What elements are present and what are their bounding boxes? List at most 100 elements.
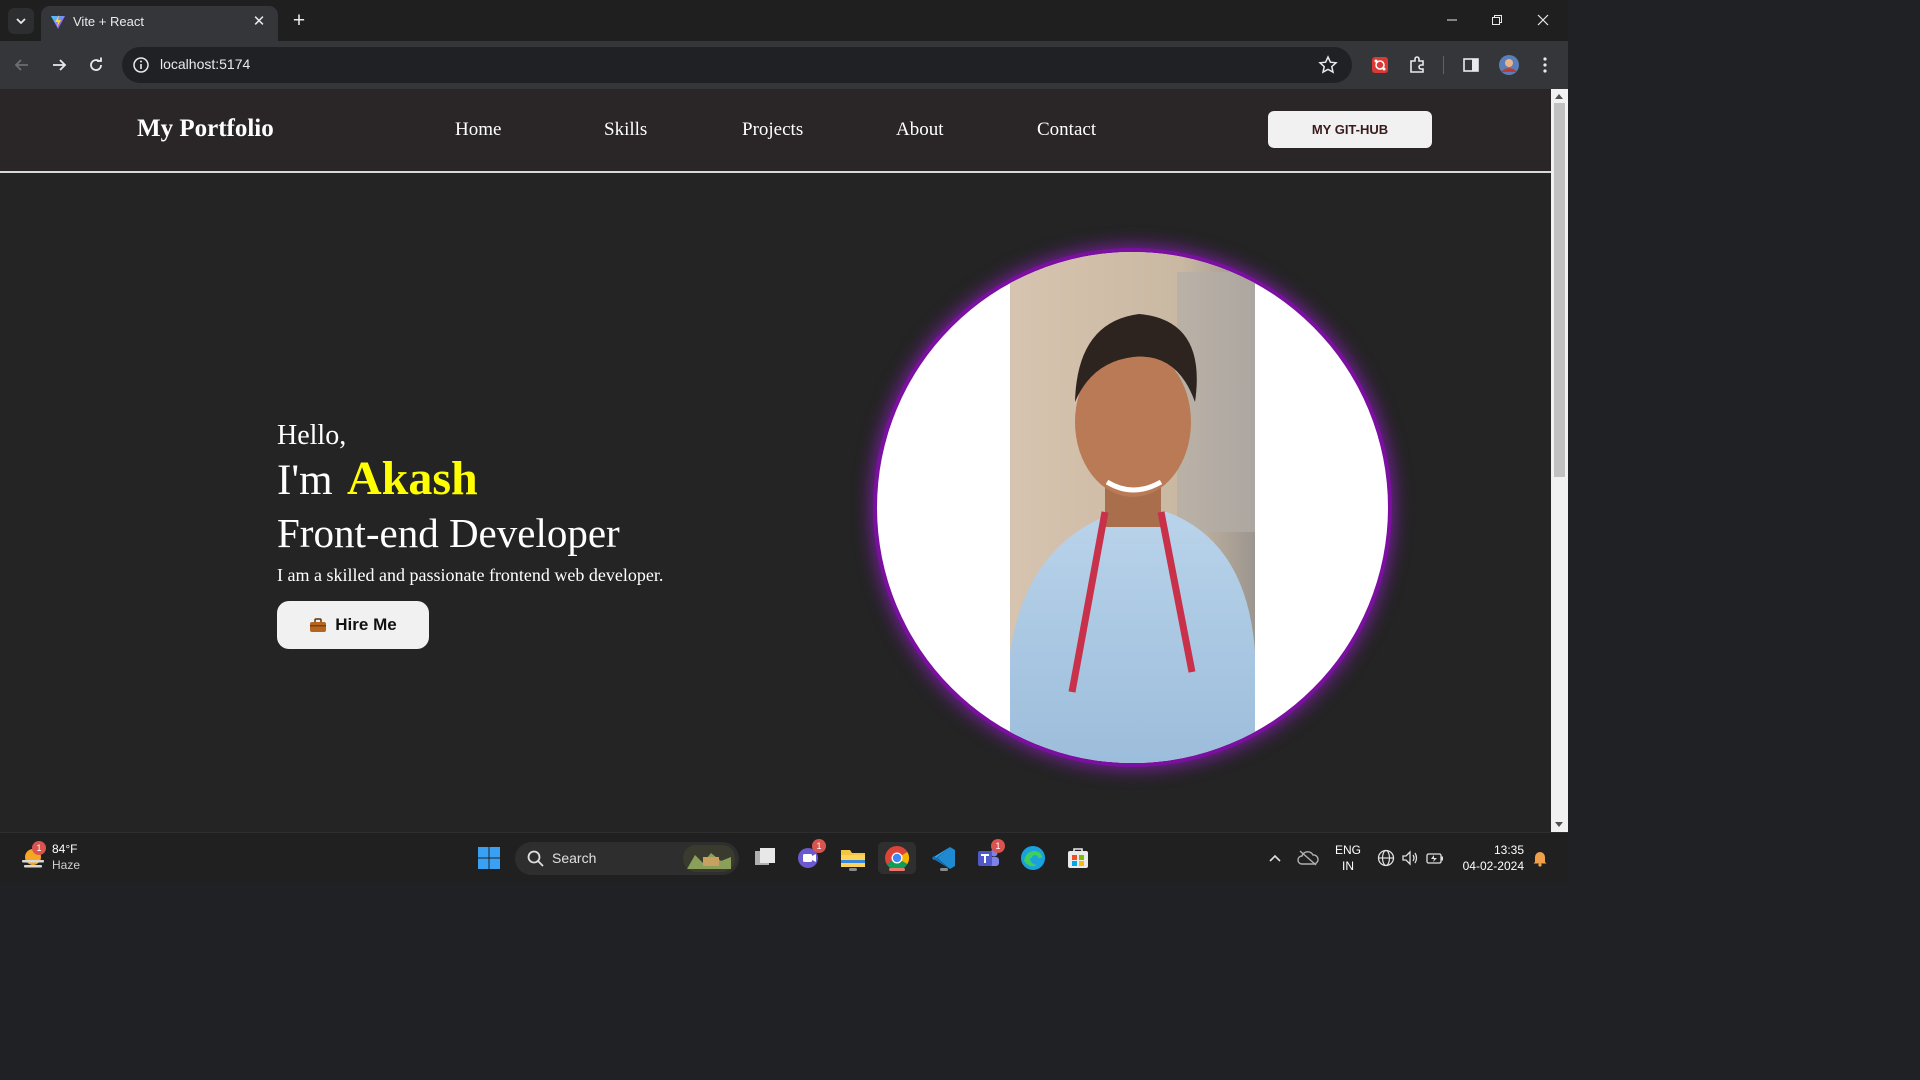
search-placeholder: Search <box>552 850 597 866</box>
weather-widget[interactable]: 1 84°F Haze <box>16 833 106 883</box>
onedrive-button[interactable] <box>1294 842 1322 874</box>
chevron-up-icon <box>1269 854 1281 862</box>
extension-red-icon[interactable] <box>1369 54 1391 76</box>
site-brand[interactable]: My Portfolio <box>137 115 274 143</box>
notifications-button[interactable] <box>1528 842 1552 874</box>
hire-me-button[interactable]: Hire Me <box>277 601 429 649</box>
region-code: IN <box>1342 859 1354 873</box>
language-code: ENG <box>1334 843 1361 857</box>
profile-photo <box>877 252 1388 763</box>
close-window-button[interactable] <box>1520 0 1566 40</box>
weather-temperature: 84°F <box>52 842 78 856</box>
new-tab-button[interactable]: + <box>286 8 312 34</box>
extension-badge-icon <box>1372 57 1388 73</box>
search-icon <box>527 850 544 867</box>
briefcase-icon <box>310 618 327 632</box>
chrome-taskbar-button[interactable] <box>878 842 916 874</box>
hire-me-label: Hire Me <box>335 615 397 634</box>
windows-logo-icon <box>478 847 500 869</box>
browser-tab-active[interactable]: Vite + React ✕ <box>41 6 278 41</box>
tab-title: Vite + React <box>73 14 144 29</box>
forward-button[interactable] <box>45 51 73 79</box>
windows-taskbar: 1 84°F Haze Search 1 1 ENG IN 13:35 04-0… <box>0 832 1568 882</box>
edge-taskbar-button[interactable] <box>1017 842 1049 874</box>
speaker-icon <box>1402 850 1418 866</box>
start-button[interactable] <box>473 842 505 874</box>
restore-button[interactable] <box>1474 0 1520 40</box>
battery-charging-icon <box>1426 853 1443 864</box>
reload-icon <box>90 57 102 71</box>
site-navbar: My Portfolio Home Skills Projects About … <box>0 89 1551 173</box>
vscode-taskbar-button[interactable] <box>928 842 960 874</box>
meet-badge: 1 <box>812 839 826 853</box>
hero-greeting: Hello, <box>277 420 347 451</box>
task-view-icon <box>755 848 775 865</box>
browser-menu-button[interactable] <box>1534 54 1556 76</box>
close-icon <box>1537 14 1549 26</box>
nav-link-projects[interactable]: Projects <box>742 119 803 141</box>
cloud-offline-icon <box>1297 850 1319 866</box>
bell-icon <box>1533 852 1547 867</box>
browser-tab-strip: Vite + React ✕ + <box>0 0 1568 41</box>
avatar-icon <box>1499 55 1519 75</box>
hero-description: I am a skilled and passionate frontend w… <box>277 565 664 585</box>
clock-date: 04-02-2024 <box>1462 859 1524 873</box>
github-button[interactable]: MY GIT-HUB <box>1268 111 1432 148</box>
minimize-icon <box>1447 19 1457 21</box>
clock-time: 13:35 <box>1493 843 1524 857</box>
url-text[interactable]: localhost:5174 <box>160 56 250 72</box>
hero-name: Akash <box>347 452 478 505</box>
taskbar-search[interactable]: Search <box>515 842 739 875</box>
scroll-up-arrow-icon[interactable] <box>1555 94 1563 99</box>
network-button[interactable] <box>1374 842 1398 874</box>
extensions-button[interactable] <box>1406 54 1428 76</box>
minimize-button[interactable] <box>1429 0 1475 40</box>
task-view-button[interactable] <box>749 842 781 874</box>
kebab-menu-icon <box>1543 57 1547 73</box>
taskbar-clock[interactable]: 13:35 04-02-2024 <box>1452 842 1524 874</box>
bookmark-star-icon[interactable] <box>1318 55 1338 75</box>
arrow-right-icon <box>53 59 67 71</box>
chevron-down-icon <box>16 18 26 25</box>
profile-avatar[interactable] <box>1498 54 1520 76</box>
teams-badge: 1 <box>991 839 1005 853</box>
file-explorer-button[interactable] <box>837 842 869 874</box>
site-info-icon[interactable] <box>132 56 150 74</box>
side-panel-button[interactable] <box>1460 54 1482 76</box>
meet-app-button[interactable]: 1 <box>793 839 826 874</box>
nav-link-home[interactable]: Home <box>455 119 501 141</box>
reload-button[interactable] <box>82 51 110 79</box>
active-indicator <box>849 868 857 871</box>
address-bar[interactable]: localhost:5174 <box>122 47 1352 83</box>
show-hidden-icons-button[interactable] <box>1262 842 1288 874</box>
hero-intro: I'm <box>277 457 333 504</box>
scroll-down-arrow-icon[interactable] <box>1555 822 1563 827</box>
weather-badge: 1 <box>32 841 46 855</box>
folder-icon <box>841 850 865 867</box>
browser-toolbar: localhost:5174 <box>0 41 1568 89</box>
battery-button[interactable] <box>1423 842 1447 874</box>
scrollbar-thumb[interactable] <box>1554 103 1565 477</box>
page-viewport: My Portfolio Home Skills Projects About … <box>0 89 1551 832</box>
active-indicator <box>940 868 948 871</box>
restore-icon <box>1492 15 1502 25</box>
store-icon <box>1068 848 1088 868</box>
back-button[interactable] <box>8 51 36 79</box>
side-panel-icon <box>1463 58 1479 72</box>
nav-link-contact[interactable]: Contact <box>1037 119 1096 141</box>
hero-role: Front-end Developer <box>277 510 620 556</box>
close-tab-icon[interactable]: ✕ <box>250 12 268 30</box>
volume-button[interactable] <box>1398 842 1422 874</box>
store-taskbar-button[interactable] <box>1062 842 1094 874</box>
input-language[interactable]: ENG IN <box>1334 842 1362 874</box>
tab-search-button[interactable] <box>8 8 34 34</box>
edge-icon <box>1021 846 1045 870</box>
toolbar-separator <box>1443 56 1444 74</box>
nav-link-skills[interactable]: Skills <box>604 119 647 141</box>
vite-logo-icon <box>51 15 65 29</box>
page-scrollbar[interactable] <box>1551 89 1568 832</box>
active-indicator <box>889 868 905 871</box>
profile-portrait-image <box>1010 252 1255 763</box>
nav-link-about[interactable]: About <box>896 119 944 141</box>
teams-taskbar-button[interactable]: 1 <box>972 839 1005 874</box>
